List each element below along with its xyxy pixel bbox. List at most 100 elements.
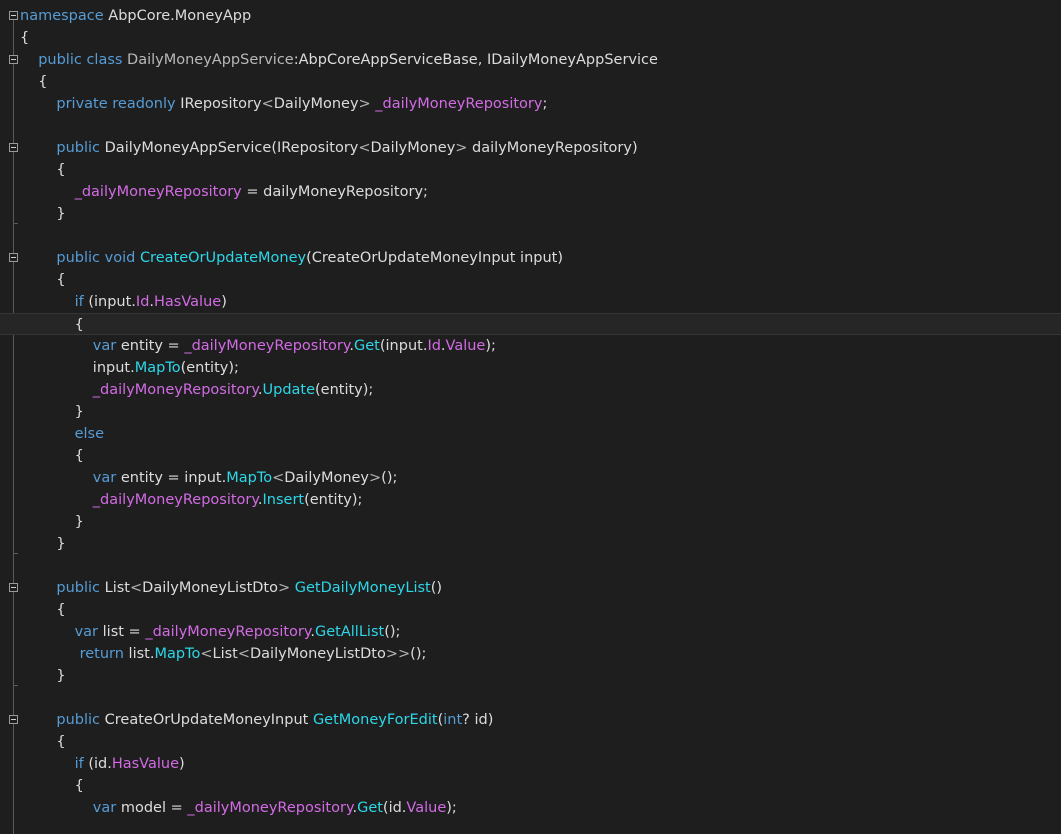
code-line[interactable]: { — [0, 159, 1061, 181]
code-text: _dailyMoneyRepository.Insert(entity); — [93, 489, 363, 511]
code-line[interactable]: _dailyMoneyRepository = dailyMoneyReposi… — [0, 181, 1061, 203]
code-token: MapTo — [134, 360, 181, 376]
code-line[interactable]: input.MapTo(entity); — [0, 357, 1061, 379]
code-text: namespace AbpCore.MoneyApp — [20, 5, 251, 27]
code-line[interactable]: if (id.HasValue) — [0, 753, 1061, 775]
code-line[interactable]: var list = _dailyMoneyRepository.GetAllL… — [0, 621, 1061, 643]
code-token: Id — [427, 338, 441, 354]
code-token: Update — [262, 382, 316, 398]
code-editor[interactable]: namespace AbpCore.MoneyApp {public class … — [0, 0, 1061, 834]
code-token: var — [74, 624, 99, 640]
code-token: < — [358, 140, 371, 156]
code-text: { — [75, 775, 84, 797]
code-text: public class DailyMoneyAppService:AbpCor… — [38, 49, 658, 71]
code-text: } — [75, 511, 84, 533]
code-token: Get — [354, 338, 380, 354]
code-token: } — [56, 206, 66, 222]
current-code-line[interactable]: { — [0, 313, 1061, 335]
code-line[interactable]: var entity = input.MapTo<DailyMoney>(); — [0, 467, 1061, 489]
code-token: DailyMoney — [284, 470, 370, 486]
collapse-toggle-icon[interactable] — [9, 253, 18, 262]
code-line[interactable]: { — [0, 71, 1061, 93]
code-token: :AbpCoreAppServiceBase, IDailyMoneyAppSe… — [293, 52, 658, 68]
collapse-toggle-icon[interactable] — [9, 11, 18, 20]
code-token: return — [79, 646, 124, 662]
code-token: { — [38, 74, 48, 90]
code-line[interactable]: { — [0, 775, 1061, 797]
code-token: (input. — [83, 294, 136, 310]
collapse-toggle-icon[interactable] — [9, 715, 18, 724]
code-text: var list = _dailyMoneyRepository.GetAllL… — [75, 621, 401, 643]
code-token: AbpCore.MoneyApp — [103, 8, 252, 24]
code-text: if (id.HasValue) — [75, 753, 185, 775]
code-line[interactable]: public void CreateOrUpdateMoney(CreateOr… — [0, 247, 1061, 269]
code-line[interactable]: { — [0, 27, 1061, 49]
code-line[interactable]: if (input.Id.HasValue) — [0, 291, 1061, 313]
code-token: _dailyMoneyRepository — [184, 338, 350, 354]
code-token: } — [74, 404, 84, 420]
code-line[interactable] — [0, 115, 1061, 137]
code-token: ) — [221, 294, 227, 310]
code-line[interactable]: } — [0, 401, 1061, 423]
code-line[interactable]: public List<DailyMoneyListDto> GetDailyM… — [0, 577, 1061, 599]
code-text: public List<DailyMoneyListDto> GetDailyM… — [56, 577, 442, 599]
code-line[interactable] — [0, 555, 1061, 577]
code-token: if — [74, 294, 84, 310]
code-line[interactable]: { — [0, 599, 1061, 621]
collapse-toggle-icon[interactable] — [9, 143, 18, 152]
code-line[interactable]: public class DailyMoneyAppService:AbpCor… — [0, 49, 1061, 71]
code-text: { — [38, 71, 47, 93]
code-text: var entity = input.MapTo<DailyMoney>(); — [93, 467, 398, 489]
code-line[interactable]: private readonly IRepository<DailyMoney>… — [0, 93, 1061, 115]
code-token: } — [56, 536, 66, 552]
code-token: DailyMoneyAppService(IRepository — [100, 140, 359, 156]
code-token: CreateOrUpdateMoney — [139, 250, 307, 266]
outline-end-tick — [13, 685, 18, 686]
code-line[interactable]: } — [0, 533, 1061, 555]
code-line[interactable]: namespace AbpCore.MoneyApp — [0, 5, 1061, 27]
code-line[interactable]: } — [0, 203, 1061, 225]
code-token: < — [130, 580, 143, 596]
code-line[interactable] — [0, 225, 1061, 247]
code-line[interactable]: _dailyMoneyRepository.Insert(entity); — [0, 489, 1061, 511]
code-line[interactable]: } — [0, 665, 1061, 687]
code-token: (input. — [379, 338, 428, 354]
code-line[interactable]: { — [0, 269, 1061, 291]
code-token: readonly — [112, 96, 176, 112]
code-token: < — [272, 470, 285, 486]
code-token: >> — [385, 646, 411, 662]
code-token: (CreateOrUpdateMoneyInput input) — [306, 250, 564, 266]
collapse-toggle-icon[interactable] — [9, 583, 18, 592]
code-line[interactable]: public DailyMoneyAppService(IRepository<… — [0, 137, 1061, 159]
code-token: int — [443, 712, 463, 728]
code-line[interactable]: var entity = _dailyMoneyRepository.Get(i… — [0, 335, 1061, 357]
code-token: } — [56, 668, 66, 684]
code-token: DailyMoneyListDto — [142, 580, 278, 596]
outline-end-tick — [13, 553, 18, 554]
code-token: _dailyMoneyRepository — [92, 382, 258, 398]
code-token: DailyMoney — [273, 96, 359, 112]
code-token: { — [74, 778, 84, 794]
code-line[interactable]: var model = _dailyMoneyRepository.Get(id… — [0, 797, 1061, 819]
code-token: _dailyMoneyRepository — [74, 184, 242, 200]
code-token: Insert — [262, 492, 305, 508]
code-line[interactable]: _dailyMoneyRepository.Update(entity); — [0, 379, 1061, 401]
code-token: List — [100, 580, 130, 596]
code-line[interactable]: } — [0, 511, 1061, 533]
code-line[interactable]: public CreateOrUpdateMoneyInput GetMoney… — [0, 709, 1061, 731]
code-token: { — [56, 734, 66, 750]
code-token: (); — [410, 646, 427, 662]
code-token: Get — [357, 800, 383, 816]
code-token: (entity); — [180, 360, 239, 376]
collapse-toggle-icon[interactable] — [9, 55, 18, 64]
code-line[interactable]: { — [0, 731, 1061, 753]
code-line[interactable]: else — [0, 423, 1061, 445]
code-line[interactable]: { — [0, 445, 1061, 467]
code-token: private — [56, 96, 108, 112]
code-token: Value — [445, 338, 486, 354]
code-line[interactable] — [0, 687, 1061, 709]
code-line[interactable]: return list.MapTo<List<DailyMoneyListDto… — [0, 643, 1061, 665]
code-token: (id. — [382, 800, 407, 816]
code-token: GetMoneyForEdit — [312, 712, 438, 728]
code-text: { — [56, 731, 65, 753]
